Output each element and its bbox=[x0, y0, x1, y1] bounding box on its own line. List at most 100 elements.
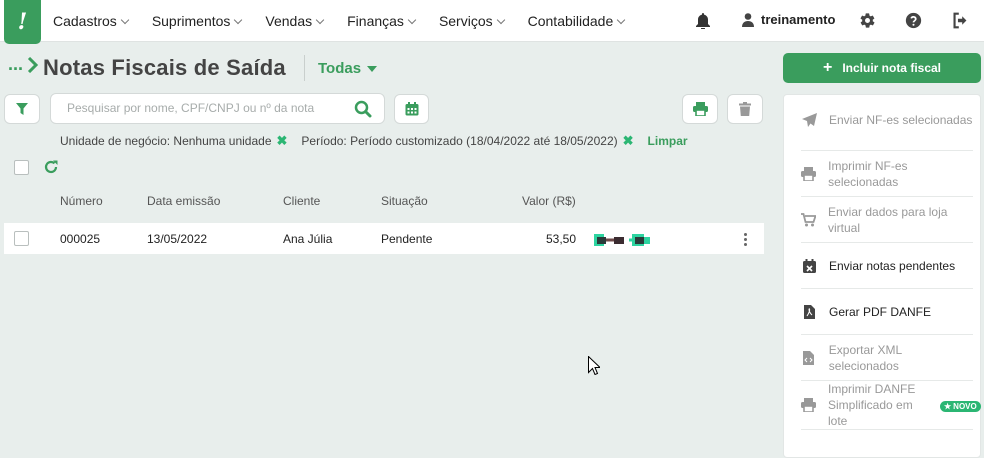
action-generate-pdf[interactable]: Gerar PDF DANFE bbox=[801, 304, 973, 320]
cell-cliente: Ana Júlia bbox=[283, 232, 333, 246]
menu-cadastros[interactable]: Cadastros bbox=[53, 13, 130, 29]
calendar-x-icon bbox=[802, 259, 816, 273]
plus-icon: + bbox=[822, 59, 833, 76]
cell-valor: 53,50 bbox=[545, 232, 576, 246]
menu-suprimentos[interactable]: Suprimentos bbox=[151, 13, 243, 29]
app-logo[interactable]: ! bbox=[4, 0, 41, 44]
printer-icon bbox=[692, 102, 708, 116]
user-icon bbox=[742, 12, 754, 27]
trash-icon bbox=[739, 102, 751, 116]
status-filter-label: Todas bbox=[318, 60, 362, 77]
logout-icon[interactable] bbox=[952, 12, 969, 32]
menu-vendas[interactable]: Vendas bbox=[265, 13, 325, 29]
add-invoice-label: Incluir nota fiscal bbox=[842, 61, 942, 75]
action-label: Imprimir NF-es selecionadas bbox=[828, 159, 908, 189]
filter-button[interactable] bbox=[4, 94, 40, 124]
action-label: Exportar XML selecionados bbox=[828, 343, 902, 373]
action-label: Enviar NF-es selecionadas bbox=[829, 113, 973, 127]
select-all-checkbox[interactable] bbox=[14, 160, 29, 175]
remove-periodo-filter-icon[interactable]: ✖ bbox=[623, 133, 634, 149]
chevron-down-icon bbox=[120, 15, 130, 24]
title-divider bbox=[304, 55, 305, 81]
action-label: Gerar PDF DANFE bbox=[829, 305, 932, 319]
action-send-store[interactable]: Enviar dados para loja virtual bbox=[801, 204, 973, 236]
col-header-situacao[interactable]: Situação bbox=[381, 194, 428, 208]
gear-icon[interactable] bbox=[859, 12, 876, 32]
clear-filters-link[interactable]: Limpar bbox=[648, 134, 688, 148]
bell-icon[interactable] bbox=[696, 13, 710, 32]
divider bbox=[801, 334, 973, 335]
menu-label: Finanças bbox=[347, 13, 404, 29]
cart-icon bbox=[801, 213, 816, 227]
chevron-down-icon bbox=[617, 15, 626, 24]
cell-numero: 000025 bbox=[60, 232, 101, 246]
search-box bbox=[50, 93, 385, 124]
remove-unidade-filter-icon[interactable]: ✖ bbox=[277, 133, 288, 149]
action-export-xml[interactable]: Exportar XML selecionados bbox=[801, 342, 973, 374]
menu-label: Serviços bbox=[438, 13, 493, 29]
cell-situacao: Pendente bbox=[381, 232, 433, 246]
active-filters: Unidade de negócio: Nenhuma unidade ✖ Pe… bbox=[60, 133, 688, 149]
new-badge: ★ NOVO bbox=[940, 401, 981, 412]
printer-icon bbox=[801, 167, 817, 181]
calendar-icon bbox=[405, 102, 418, 116]
search-icon[interactable] bbox=[354, 100, 372, 118]
funnel-icon bbox=[16, 103, 28, 115]
action-print-selected[interactable]: Imprimir NF-es selecionadas bbox=[801, 158, 973, 190]
delete-button[interactable] bbox=[727, 94, 763, 124]
chevron-down-icon bbox=[407, 15, 417, 24]
page-title: Notas Fiscais de Saída bbox=[43, 55, 286, 80]
chevron-down-icon bbox=[315, 15, 325, 24]
divider bbox=[801, 196, 973, 197]
refresh-icon[interactable] bbox=[44, 160, 58, 177]
divider bbox=[801, 150, 973, 151]
help-icon[interactable] bbox=[905, 12, 922, 32]
col-header-data[interactable]: Data emissão bbox=[147, 194, 220, 208]
action-label: Enviar dados para loja virtual bbox=[828, 205, 948, 235]
printer-icon bbox=[801, 398, 816, 412]
action-print-danfe-batch[interactable]: Imprimir DANFE Simplificado em lote bbox=[801, 381, 921, 429]
row-more-options-icon[interactable] bbox=[744, 233, 748, 248]
mouse-cursor-icon bbox=[588, 355, 602, 378]
chevron-down-icon bbox=[234, 15, 243, 24]
action-send-pending[interactable]: Enviar notas pendentes bbox=[801, 258, 973, 274]
menu-label: Cadastros bbox=[53, 13, 117, 29]
search-input[interactable] bbox=[67, 101, 347, 115]
filter-chip-periodo: Período: Período customizado (18/04/2022… bbox=[301, 134, 618, 148]
status-flow-icon bbox=[592, 233, 652, 250]
divider bbox=[801, 288, 973, 289]
add-invoice-button[interactable]: + Incluir nota fiscal bbox=[783, 53, 981, 83]
col-header-cliente[interactable]: Cliente bbox=[283, 194, 320, 208]
breadcrumb[interactable]: ... bbox=[8, 54, 39, 75]
caret-down-icon bbox=[367, 65, 378, 72]
breadcrumb-ellipsis: ... bbox=[8, 54, 24, 74]
send-icon bbox=[801, 113, 817, 127]
pdf-file-icon bbox=[803, 305, 815, 319]
col-header-numero[interactable]: Número bbox=[60, 194, 103, 208]
menu-servicos[interactable]: Serviços bbox=[438, 13, 505, 29]
divider bbox=[801, 429, 973, 430]
chevron-down-icon bbox=[496, 15, 505, 24]
date-range-button[interactable] bbox=[394, 94, 429, 124]
col-header-valor[interactable]: Valor (R$) bbox=[522, 194, 576, 208]
cell-data: 13/05/2022 bbox=[147, 232, 208, 246]
user-menu[interactable]: treinamento bbox=[742, 12, 835, 27]
main-menu: Cadastros Suprimentos Vendas Finanças Se… bbox=[53, 0, 648, 42]
menu-label: Contabilidade bbox=[527, 13, 614, 29]
menu-label: Suprimentos bbox=[151, 13, 231, 29]
status-filter-dropdown[interactable]: Todas bbox=[318, 60, 378, 77]
action-send-selected[interactable]: Enviar NF-es selecionadas bbox=[801, 112, 973, 128]
star-icon: ★ bbox=[944, 402, 952, 411]
menu-label: Vendas bbox=[265, 13, 313, 29]
user-name: treinamento bbox=[761, 12, 836, 27]
filter-chip-unidade: Unidade de negócio: Nenhuma unidade bbox=[60, 134, 272, 148]
print-button[interactable] bbox=[682, 94, 718, 124]
row-checkbox[interactable] bbox=[14, 231, 29, 246]
code-file-icon bbox=[803, 351, 815, 365]
chevron-right-icon bbox=[27, 56, 39, 73]
new-badge-label: NOVO bbox=[953, 402, 977, 411]
top-navbar: ! Cadastros Suprimentos Vendas Finanças … bbox=[0, 0, 984, 44]
menu-contabilidade[interactable]: Contabilidade bbox=[527, 13, 626, 29]
divider bbox=[801, 242, 973, 243]
menu-financas[interactable]: Finanças bbox=[347, 13, 417, 29]
